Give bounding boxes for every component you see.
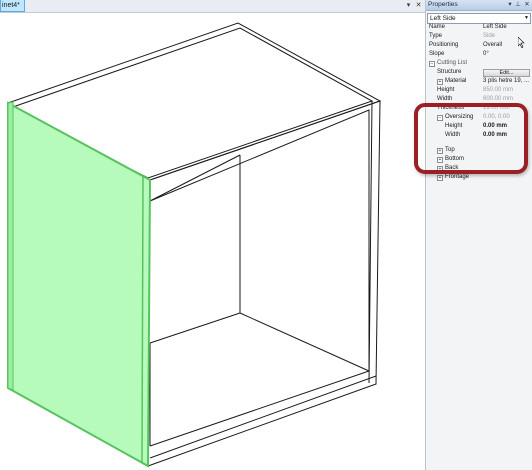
annotation-highlight	[414, 103, 528, 174]
property-row-material[interactable]: + Material 3 plis hetre 19, ...	[426, 77, 532, 86]
tab-cabinet[interactable]: inet4*	[0, 0, 25, 12]
expand-icon[interactable]: +	[437, 79, 443, 85]
cabinet-drawing[interactable]	[0, 0, 425, 470]
property-label: Name	[429, 24, 446, 30]
property-row-name[interactable]: Name Left Side	[426, 23, 532, 32]
property-row-positioning[interactable]: Positioning Overall	[426, 41, 532, 50]
property-row-slope[interactable]: Slope 0°	[426, 50, 532, 59]
document-tab-bar: inet4* ▾ ✕	[0, 0, 425, 13]
property-value: 850.00 mm	[483, 87, 514, 93]
properties-titlebar: Properties ▾ ⊥ ✕	[426, 0, 532, 11]
interior-bottom-right-edge	[239, 312, 370, 372]
left-side-panel-selected	[7, 101, 152, 468]
close-icon[interactable]: ✕	[523, 0, 531, 10]
property-row-height[interactable]: Height 850.00 mm	[426, 86, 532, 95]
chevron-down-icon[interactable]: ▾	[404, 1, 413, 10]
property-row-structure[interactable]: Structure Edit...	[426, 68, 532, 77]
property-label: Slope	[429, 51, 445, 57]
property-label: Material	[445, 78, 467, 84]
chevron-down-icon[interactable]: ▼	[524, 14, 529, 23]
3d-viewport[interactable]: inet4* ▾ ✕	[0, 0, 425, 470]
expand-icon[interactable]: +	[437, 175, 443, 181]
property-label: Height	[437, 87, 455, 93]
section-label: Cutting List	[437, 60, 468, 66]
collapse-icon[interactable]: −	[429, 61, 435, 67]
cutting-list-section[interactable]: − Cutting List	[426, 59, 532, 68]
structure-edit-button[interactable]: Edit...	[483, 69, 530, 77]
properties-panel: Properties ▾ ⊥ ✕ Left Side ▼ Name Left S…	[425, 0, 532, 470]
section-frontage[interactable]: + Frontage	[426, 173, 532, 182]
property-value[interactable]: 3 plis hetre 19, ...	[483, 77, 532, 86]
left-side-panel-back-edge	[141, 176, 144, 463]
property-label: Type	[429, 33, 443, 39]
property-label: Positioning	[429, 42, 459, 48]
interior-bottom-left-edge	[149, 312, 241, 344]
property-label: Structure	[437, 69, 462, 75]
section-label: Frontage	[445, 174, 470, 180]
interior-back-opening	[149, 109, 370, 447]
close-icon[interactable]: ✕	[414, 1, 423, 10]
object-selector-value: Left Side	[430, 15, 456, 22]
bottom-panel-edge	[149, 375, 377, 459]
pin-icon[interactable]: ⊥	[514, 0, 522, 10]
left-side-panel-front-edge	[7, 101, 14, 391]
right-side-panel-outline	[147, 100, 381, 467]
property-value[interactable]: 0°	[483, 50, 532, 59]
property-value[interactable]: Left Side	[483, 23, 532, 32]
chevron-down-icon[interactable]: ▾	[506, 0, 514, 10]
property-row-type[interactable]: Type Side	[426, 32, 532, 41]
properties-title: Properties	[428, 1, 458, 8]
mouse-cursor-icon	[518, 37, 525, 48]
